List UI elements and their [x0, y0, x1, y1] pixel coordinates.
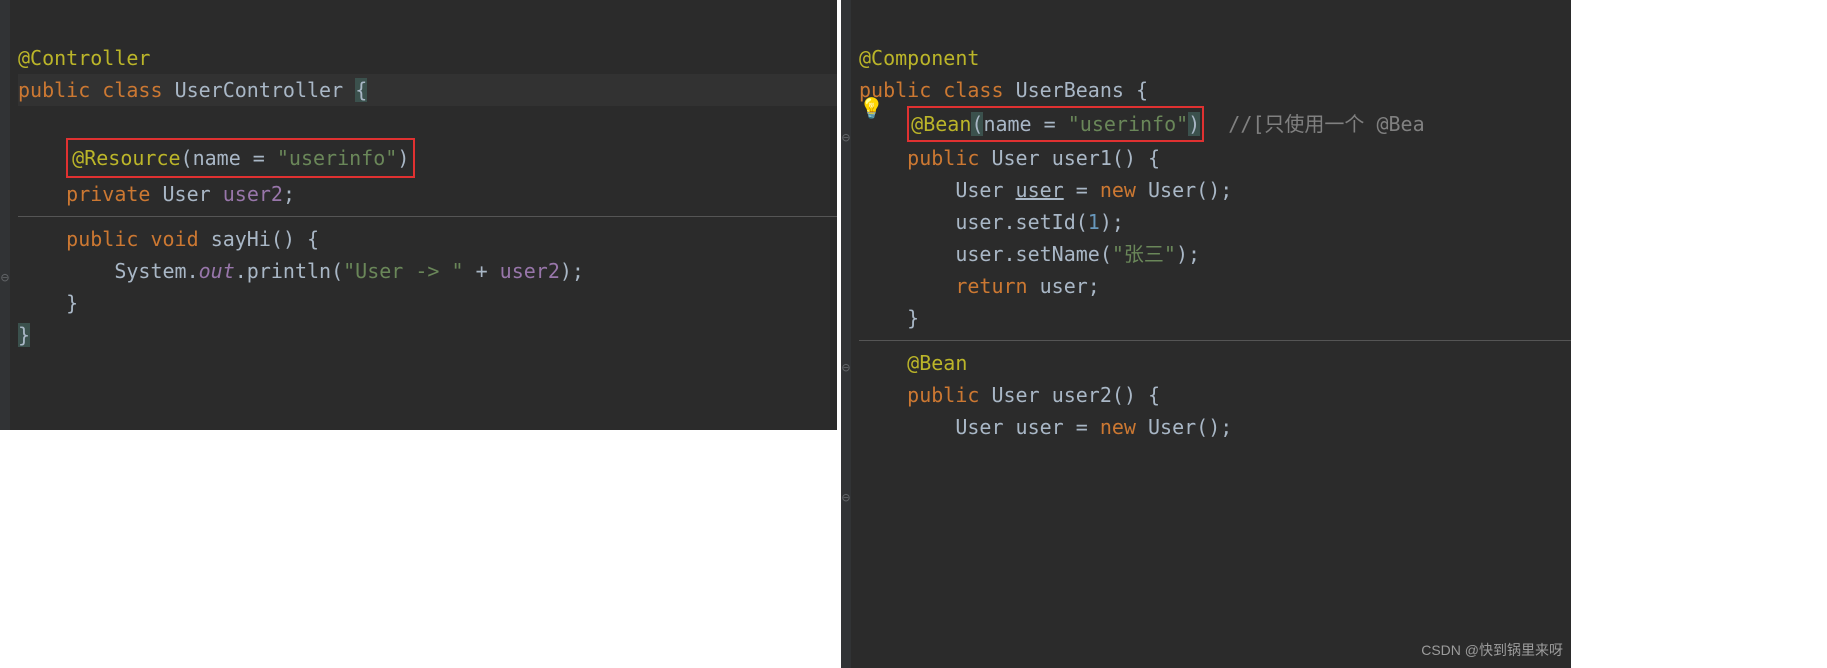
annotation-controller: @Controller — [18, 46, 150, 70]
left-code[interactable]: @Controller public class UserController … — [0, 0, 837, 361]
annotation-bean: @Bean — [911, 112, 971, 136]
class-declaration: public class UserController { — [18, 74, 837, 106]
separator — [18, 216, 837, 217]
private-keyword: private — [66, 182, 150, 206]
method-user2: user2 — [1052, 383, 1112, 407]
resource-annotation-highlight: @Resource(name = "userinfo") — [66, 138, 415, 178]
fold-marker[interactable]: ⊖ — [0, 270, 10, 286]
bulb-icon[interactable]: 💡 — [859, 96, 884, 120]
fold-marker[interactable]: ⊖ — [841, 130, 851, 146]
annotation-bean2: @Bean — [907, 351, 967, 375]
closing-brace: } — [18, 323, 30, 347]
right-gutter — [841, 0, 851, 668]
right-editor-pane[interactable]: 💡 ⊖ ⊖ ⊖ @Component public class UserBean… — [841, 0, 1571, 668]
annotation-component: @Component — [859, 46, 979, 70]
fold-marker[interactable]: ⊖ — [841, 360, 851, 376]
method-sayhi: sayHi — [211, 227, 271, 251]
right-code[interactable]: @Component public class UserBeans { @Bea… — [841, 0, 1571, 453]
var-user: user — [1016, 178, 1064, 202]
fold-marker[interactable]: ⊖ — [841, 490, 851, 506]
left-gutter — [0, 0, 10, 430]
white-area — [0, 430, 839, 668]
watermark-text: CSDN @快到锅里来呀 — [1421, 640, 1563, 660]
field-user2: user2 — [223, 182, 283, 206]
annotation-resource: @Resource — [72, 146, 180, 170]
comment-text: //[只使用一个 @Bea — [1228, 112, 1424, 136]
left-column: ⊖ @Controller public class UserControlle… — [0, 0, 839, 668]
bean-annotation-highlight: @Bean(name = "userinfo") — [907, 106, 1204, 142]
separator — [859, 340, 1571, 341]
left-editor-pane[interactable]: ⊖ @Controller public class UserControlle… — [0, 0, 837, 430]
method-user1: user1 — [1052, 146, 1112, 170]
